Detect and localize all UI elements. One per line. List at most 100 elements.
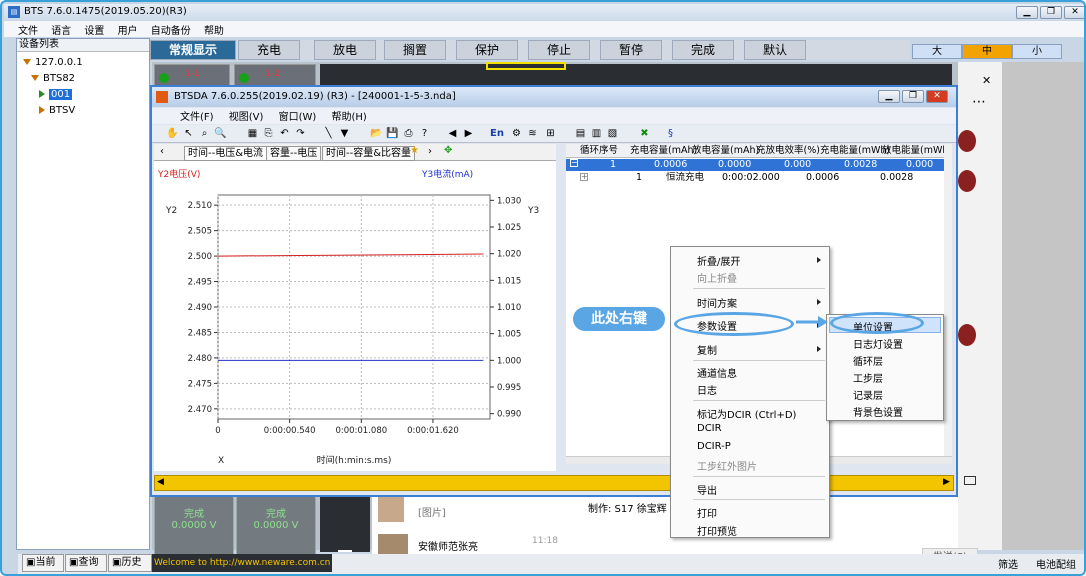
table-detail-icon[interactable]: ▧ bbox=[606, 127, 619, 140]
open-icon[interactable]: 📂 bbox=[370, 127, 383, 140]
collapse-icon[interactable]: − bbox=[570, 159, 578, 167]
language-en-icon[interactable]: En bbox=[490, 127, 504, 140]
tab-capacity-voltage[interactable]: 容量--电压 bbox=[266, 146, 322, 161]
pane-splitter[interactable] bbox=[556, 144, 566, 464]
voltage-current-chart[interactable]: 2.510 2.505 2.500 2.495 2.490 2.485 2.480 2.475… bbox=[154, 161, 556, 471]
col-cycle[interactable]: 循环序号 bbox=[580, 144, 618, 158]
minimize-button[interactable]: ▁ bbox=[1016, 6, 1038, 19]
channel-tile-bottom-1[interactable]: 完成 0.0000 V bbox=[154, 496, 234, 556]
zoom-region-icon[interactable]: ⌕ bbox=[198, 127, 211, 140]
table-icon[interactable]: ⊞ bbox=[544, 127, 557, 140]
tab-time-capacity[interactable]: 时间--容量&比容量 bbox=[322, 146, 416, 161]
line-icon[interactable]: ╲ bbox=[322, 127, 335, 140]
submenu-step-layer[interactable]: 工步层 bbox=[853, 370, 883, 385]
menu-item-dcir[interactable]: DCIR bbox=[697, 423, 722, 434]
tree-node-001[interactable]: 001 bbox=[39, 89, 73, 100]
grid-icon[interactable]: ▦ bbox=[246, 127, 259, 140]
charge-button[interactable]: 充电 bbox=[238, 40, 300, 60]
btsda-minimize-button[interactable]: ▁ bbox=[878, 90, 900, 103]
vertical-scrollbar[interactable] bbox=[944, 144, 952, 456]
hand-icon[interactable]: ✋ bbox=[166, 127, 179, 140]
btsda-menu-window[interactable]: 窗口(W) bbox=[279, 112, 317, 123]
view-mode-label[interactable]: 常规显示 bbox=[150, 40, 236, 60]
table-row[interactable]: + 1 恒流充电 0:00:02.000 0.0006 0.0028 bbox=[566, 172, 952, 184]
rest-button[interactable]: 搁置 bbox=[384, 40, 446, 60]
btsda-menu-file[interactable]: 文件(F) bbox=[180, 112, 214, 123]
save-icon[interactable]: 💾 bbox=[386, 127, 399, 140]
progress-right-icon[interactable]: ▶ bbox=[943, 477, 950, 487]
col-efficiency[interactable]: 充放电效率(%) bbox=[756, 144, 820, 158]
channel-tile-top-1[interactable]: 1-1 bbox=[154, 64, 230, 86]
col-charge-capacity[interactable]: 充电容量(mAh) bbox=[630, 144, 697, 158]
chat-more-icon[interactable]: ⋯ bbox=[972, 94, 986, 110]
close-button[interactable]: ✕ bbox=[1064, 6, 1084, 19]
col-discharge-capacity[interactable]: 放电容量(mAh) bbox=[692, 144, 759, 158]
submenu-background-color[interactable]: 背景色设置 bbox=[853, 404, 903, 419]
progress-left-icon[interactable]: ◀ bbox=[157, 477, 164, 487]
tab-current[interactable]: ▣当前 bbox=[22, 554, 64, 572]
discharge-button[interactable]: 放电 bbox=[314, 40, 376, 60]
tree-node-btsv[interactable]: BTSV bbox=[39, 105, 75, 116]
zoom-small[interactable]: 小 bbox=[1012, 44, 1062, 59]
table-list-icon[interactable]: ▥ bbox=[590, 127, 603, 140]
table-row[interactable]: − 1 0.0006 0.0000 0.000 0.0028 0.000 bbox=[566, 159, 952, 171]
table-view-icon[interactable]: ▤ bbox=[574, 127, 587, 140]
menu-item-print-preview[interactable]: 打印预览 bbox=[697, 523, 737, 538]
channel-tile-top-2[interactable]: 1-2 bbox=[234, 64, 316, 86]
pointer-icon[interactable]: ↖ bbox=[182, 127, 195, 140]
menu-item-print[interactable]: 打印 bbox=[697, 505, 717, 520]
back-icon[interactable]: ◀ bbox=[446, 127, 459, 140]
add-tab-icon[interactable]: ✥ bbox=[444, 145, 452, 156]
redo-icon[interactable]: ↷ bbox=[294, 127, 307, 140]
video-icon[interactable] bbox=[964, 476, 976, 485]
tab-query[interactable]: ▣查询 bbox=[65, 554, 107, 572]
menu-item-export[interactable]: 导出 bbox=[697, 482, 717, 497]
btsda-menu-view[interactable]: 视图(V) bbox=[229, 112, 264, 123]
menu-item-channel-info[interactable]: 通道信息 bbox=[697, 365, 737, 380]
menu-item-mark-dcir[interactable]: 标记为DCIR (Ctrl+D) bbox=[697, 406, 796, 421]
tab-history[interactable]: ▣历史 bbox=[108, 554, 152, 572]
menu-item-collapse-expand[interactable]: 折叠/展开 bbox=[697, 253, 740, 268]
zoom-large[interactable]: 大 bbox=[912, 44, 962, 59]
filter-icon[interactable]: ▼ bbox=[338, 127, 351, 140]
chart-icon[interactable]: ≋ bbox=[526, 127, 539, 140]
default-button[interactable]: 默认 bbox=[744, 40, 806, 60]
stop-button[interactable]: 停止 bbox=[528, 40, 590, 60]
menu-item-copy[interactable]: 复制 bbox=[697, 342, 717, 357]
channel-tile-bottom-2[interactable]: 完成 0.0000 V bbox=[236, 496, 316, 556]
star-icon[interactable]: ★ bbox=[410, 145, 419, 156]
btsda-maximize-button[interactable]: ❐ bbox=[902, 90, 924, 103]
menu-item-log[interactable]: 日志 bbox=[697, 382, 717, 397]
col-discharge-energy[interactable]: 放电能量(mWh) bbox=[882, 144, 952, 158]
tab-scroll-right-icon[interactable]: › bbox=[428, 146, 432, 157]
menu-item-infrared-image[interactable]: 工步红外图片 bbox=[697, 458, 757, 473]
filter-button[interactable]: 筛选 bbox=[998, 556, 1028, 572]
menu-item-time-scheme[interactable]: 时间方案 bbox=[697, 295, 737, 310]
tab-scroll-left-icon[interactable]: ‹ bbox=[160, 146, 164, 157]
protect-button[interactable]: 保护 bbox=[456, 40, 518, 60]
menu-settings[interactable]: 设置 bbox=[84, 26, 104, 37]
tree-node-ip[interactable]: 127.0.0.1 bbox=[23, 57, 83, 68]
menu-autobackup[interactable]: 自动备份 bbox=[151, 26, 191, 37]
menu-item-collapse-up[interactable]: 向上折叠 bbox=[697, 270, 737, 285]
tool-icon[interactable]: ⚙ bbox=[510, 127, 523, 140]
bracket-icon[interactable]: § bbox=[664, 127, 677, 140]
forward-icon[interactable]: ▶ bbox=[462, 127, 475, 140]
excel-icon[interactable]: ✖ bbox=[638, 127, 651, 140]
tab-time-voltage-current[interactable]: 时间--电压&电流 bbox=[184, 146, 268, 161]
submenu-log-light-settings[interactable]: 日志灯设置 bbox=[853, 336, 903, 351]
btsda-menu-help[interactable]: 帮助(H) bbox=[331, 112, 366, 123]
print-icon[interactable]: ⎙ bbox=[402, 127, 415, 140]
complete-button[interactable]: 完成 bbox=[672, 40, 734, 60]
pause-button[interactable]: 暂停 bbox=[600, 40, 662, 60]
zoom-icon[interactable]: 🔍 bbox=[214, 127, 227, 140]
undo-icon[interactable]: ↶ bbox=[278, 127, 291, 140]
chat-close-icon[interactable]: ✕ bbox=[982, 74, 991, 87]
battery-group-button[interactable]: 电池配组 bbox=[1036, 556, 1082, 572]
maximize-button[interactable]: ❐ bbox=[1040, 6, 1062, 19]
help-icon[interactable]: ? bbox=[418, 127, 431, 140]
menu-language[interactable]: 语言 bbox=[51, 26, 71, 37]
tree-node-bts82[interactable]: BTS82 bbox=[31, 73, 75, 84]
copy-icon[interactable]: ⎘ bbox=[262, 127, 275, 140]
expand-icon[interactable]: + bbox=[580, 173, 588, 181]
